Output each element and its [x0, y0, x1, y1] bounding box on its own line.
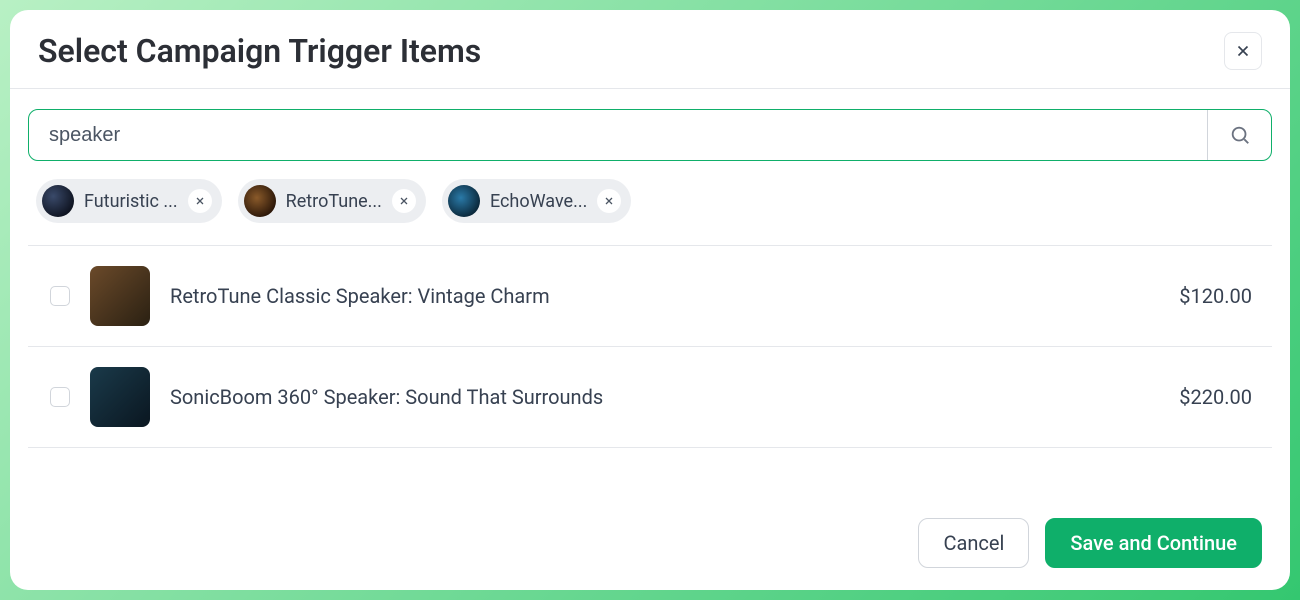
chip-remove-button[interactable]: [188, 189, 212, 213]
close-icon: [1234, 42, 1252, 60]
result-row: RetroTune Classic Speaker: Vintage Charm…: [28, 246, 1272, 347]
selected-chips: Futuristic ... RetroTune... EchoWave...: [28, 161, 1272, 245]
chip-label: RetroTune...: [286, 191, 382, 212]
chip-thumbnail: [244, 185, 276, 217]
chip-label: Futuristic ...: [84, 191, 178, 212]
chip-item: Futuristic ...: [36, 179, 222, 223]
search-icon: [1229, 124, 1251, 146]
chip-remove-button[interactable]: [597, 189, 621, 213]
modal-header: Select Campaign Trigger Items: [10, 10, 1290, 88]
chip-item: RetroTune...: [238, 179, 426, 223]
result-row: SonicBoom 360° Speaker: Sound That Surro…: [28, 347, 1272, 448]
product-thumbnail: [90, 266, 150, 326]
x-icon: [194, 195, 206, 207]
chip-thumbnail: [42, 185, 74, 217]
save-label: Save and Continue: [1070, 531, 1237, 555]
x-icon: [603, 195, 615, 207]
product-price: $120.00: [1179, 284, 1264, 308]
search-input[interactable]: [29, 110, 1207, 160]
cancel-label: Cancel: [943, 531, 1004, 555]
cancel-button[interactable]: Cancel: [918, 518, 1029, 568]
search-button[interactable]: [1207, 110, 1271, 160]
save-button[interactable]: Save and Continue: [1045, 518, 1262, 568]
chip-label: EchoWave...: [490, 191, 587, 212]
chip-thumbnail: [448, 185, 480, 217]
select-items-modal: Select Campaign Trigger Items Futuristic…: [10, 10, 1290, 590]
product-price: $220.00: [1179, 385, 1264, 409]
product-name: RetroTune Classic Speaker: Vintage Charm: [170, 284, 1159, 308]
modal-body: Futuristic ... RetroTune... EchoWave...: [10, 89, 1290, 496]
select-checkbox[interactable]: [50, 286, 70, 306]
select-checkbox[interactable]: [50, 387, 70, 407]
modal-footer: Cancel Save and Continue: [10, 496, 1290, 590]
product-name: SonicBoom 360° Speaker: Sound That Surro…: [170, 385, 1159, 409]
x-icon: [398, 195, 410, 207]
close-button[interactable]: [1224, 32, 1262, 70]
results-list: RetroTune Classic Speaker: Vintage Charm…: [28, 245, 1272, 448]
modal-title: Select Campaign Trigger Items: [38, 32, 481, 70]
search-bar: [28, 109, 1272, 161]
chip-remove-button[interactable]: [392, 189, 416, 213]
product-thumbnail: [90, 367, 150, 427]
chip-item: EchoWave...: [442, 179, 631, 223]
